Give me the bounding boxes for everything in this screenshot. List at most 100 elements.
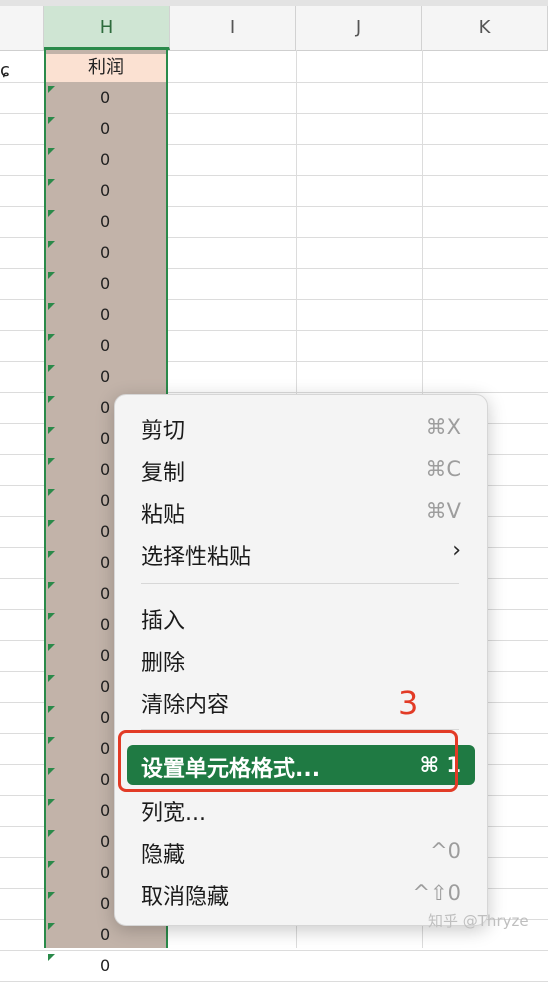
table-cell[interactable]: 0 [46,238,166,269]
col-k-header[interactable]: K [422,6,548,50]
error-indicator-icon [48,954,55,961]
error-indicator-icon [48,830,55,837]
menu-item-clear-contents[interactable]: 清除内容 [127,681,475,721]
error-indicator-icon [48,148,55,155]
cell-value: 0 [100,956,111,975]
menu-item-label: 删除 [141,651,186,676]
menu-separator [141,583,459,584]
col-j-header[interactable]: J [296,6,422,50]
table-cell[interactable]: 0 [46,114,166,145]
error-indicator-icon [48,706,55,713]
cell-value: 0 [100,274,111,293]
menu-item-label: 取消隐藏 [141,885,230,910]
table-cell[interactable]: 0 [46,300,166,331]
table-cell[interactable]: 0 [46,269,166,300]
menu-item-label: 粘贴 [141,503,186,528]
cell-value: 0 [100,832,111,851]
cell-value: 0 [100,336,111,355]
error-indicator-icon [48,396,55,403]
error-indicator-icon [48,644,55,651]
menu-item-paste[interactable]: 粘贴 ⌘V [127,491,475,531]
cell-value: 0 [100,863,111,882]
cell-value: 0 [100,150,111,169]
menu-item-column-width[interactable]: 列宽... [127,789,475,829]
menu-item-label: 隐藏 [141,843,186,868]
error-indicator-icon [48,799,55,806]
cell-value: 0 [100,584,111,603]
menu-item-label: 清除内容 [141,693,230,718]
menu-item-label: 列宽... [141,801,206,826]
cell-value: 0 [100,708,111,727]
cell-value: 0 [100,646,111,665]
error-indicator-icon [48,613,55,620]
step-annotation: 3 [398,684,419,722]
column-header-row: H I J K [0,6,548,51]
menu-item-insert[interactable]: 插入 [127,597,475,637]
table-cell[interactable]: 0 [46,362,166,393]
watermark: 知乎 @Thryze [428,912,529,930]
cell-value: 0 [100,305,111,324]
menu-item-unhide[interactable]: 取消隐藏 ^⇧0 [127,873,475,913]
error-indicator-icon [48,117,55,124]
chevron-right-icon: › [452,538,461,563]
cell-value: 0 [100,894,111,913]
error-indicator-icon [48,675,55,682]
error-indicator-icon [48,272,55,279]
menu-item-label: 复制 [141,461,186,486]
error-indicator-icon [48,86,55,93]
table-cell[interactable]: 0 [46,331,166,362]
shortcut-hide: ^0 [430,839,461,863]
shortcut-paste: ⌘V [425,499,461,523]
menu-item-copy[interactable]: 复制 ⌘C [127,449,475,489]
cell-value: 0 [100,367,111,386]
table-cell[interactable]: 0 [46,145,166,176]
table-cell[interactable]: 0 [46,207,166,238]
cell-value: 0 [100,119,111,138]
menu-item-label: 选择性粘贴 [141,545,252,570]
error-indicator-icon [48,861,55,868]
error-indicator-icon [48,210,55,217]
table-cell[interactable]: 0 [46,951,166,982]
menu-item-cut[interactable]: 剪切 ⌘X [127,407,475,447]
col-i-header[interactable]: I [170,6,296,50]
col-g-header[interactable] [0,6,44,50]
cell-value: 0 [100,491,111,510]
shortcut-cut: ⌘X [425,415,461,439]
error-indicator-icon [48,551,55,558]
error-indicator-icon [48,768,55,775]
error-indicator-icon [48,582,55,589]
cell-value: 0 [100,739,111,758]
menu-item-delete[interactable]: 删除 [127,639,475,679]
error-indicator-icon [48,303,55,310]
cell-value: 0 [100,243,111,262]
error-indicator-icon [48,737,55,744]
menu-item-label: 插入 [141,609,186,634]
profit-header-cell[interactable]: 利润 [46,54,166,82]
error-indicator-icon [48,520,55,527]
cell-value: 0 [100,801,111,820]
table-cell[interactable]: 0 [46,176,166,207]
table-cell[interactable]: 0 [46,83,166,114]
error-indicator-icon [48,489,55,496]
menu-item-paste-special[interactable]: 选择性粘贴 › [127,533,475,573]
cell-value: 0 [100,925,111,944]
cell-value: 0 [100,398,111,417]
error-indicator-icon [48,427,55,434]
cell-value: 0 [100,429,111,448]
error-indicator-icon [48,923,55,930]
shortcut-unhide: ^⇧0 [412,881,461,905]
cell-value: 0 [100,615,111,634]
error-indicator-icon [48,458,55,465]
menu-item-hide[interactable]: 隐藏 ^0 [127,831,475,871]
col-h-header[interactable]: H [44,6,170,50]
cell-value: 0 [100,212,111,231]
cell-value: 0 [100,460,111,479]
cell-value: 0 [100,770,111,789]
cell-value: 0 [100,677,111,696]
cell-value: 0 [100,522,111,541]
context-menu: 剪切 ⌘X 复制 ⌘C 粘贴 ⌘V 选择性粘贴 › 插入 删除 清除内容 设置单… [114,394,488,926]
shortcut-copy: ⌘C [425,457,461,481]
error-indicator-icon [48,365,55,372]
error-indicator-icon [48,179,55,186]
cell-value: 0 [100,181,111,200]
